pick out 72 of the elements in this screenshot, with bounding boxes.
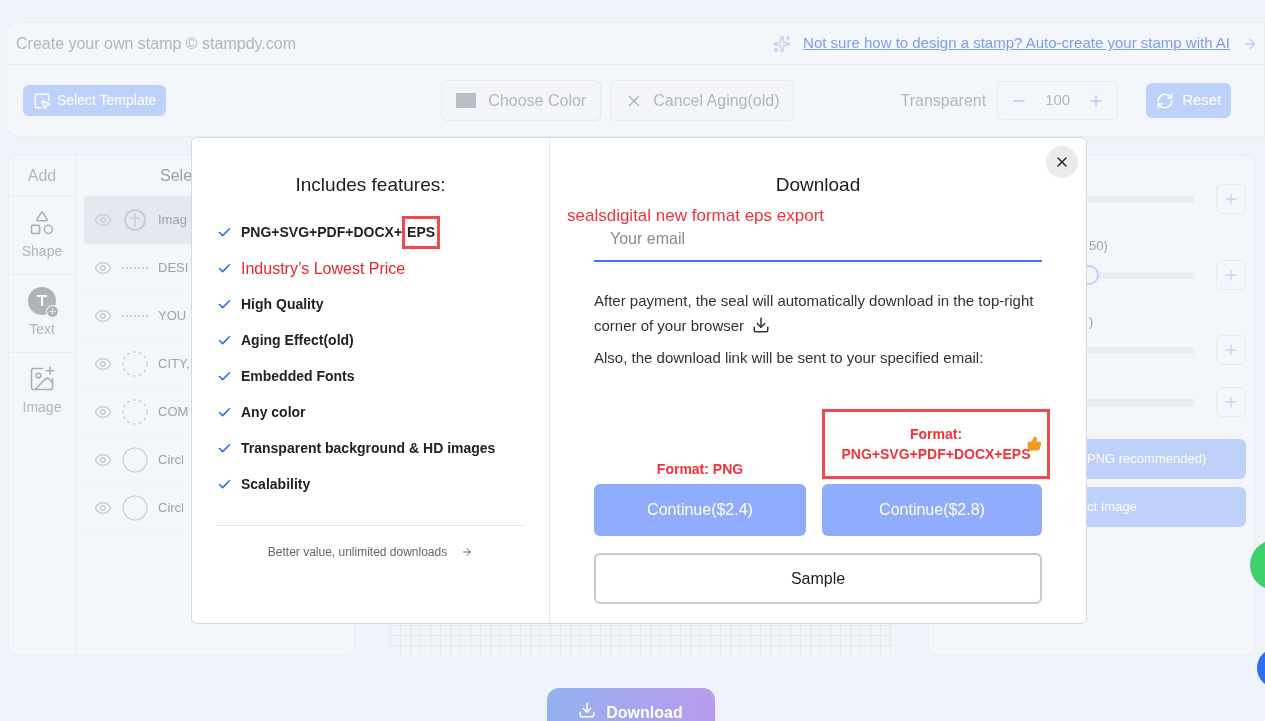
cursor-square-icon	[33, 91, 51, 110]
feature-label: Industry’s Lowest Price	[241, 258, 406, 279]
features-title: Includes features:	[295, 173, 446, 197]
select-template-button[interactable]: Select Template	[23, 85, 167, 116]
close-button[interactable]	[1046, 146, 1078, 178]
format-label: Format: PNG+SVG+PDF+DOCX+EPS	[822, 409, 1050, 479]
shapes-icon	[28, 209, 56, 237]
eye-icon[interactable]	[94, 211, 112, 229]
thumbs-up-icon	[1027, 436, 1042, 451]
continue-button[interactable]: Continue($2.8)	[822, 484, 1042, 536]
image-add-icon	[28, 365, 56, 393]
sample-button[interactable]: Sample	[594, 553, 1042, 604]
reset-button[interactable]: Reset	[1146, 83, 1232, 118]
plus-icon	[1223, 342, 1239, 358]
circle-icon	[122, 494, 148, 521]
plus-icon	[1223, 191, 1239, 207]
transparent-label: Transparent	[900, 90, 987, 111]
plus-button[interactable]	[1216, 335, 1246, 365]
setting-label: 50)	[1088, 237, 1109, 255]
add-heading: Add	[26, 166, 58, 186]
dotted-line-icon	[122, 313, 148, 318]
format-label: Format: PNG	[656, 460, 744, 479]
better-value-link[interactable]: Better value, unlimited downloads	[267, 543, 448, 561]
transparency-stepper[interactable]: 100	[997, 81, 1119, 120]
layer-label: Imag	[158, 211, 187, 230]
dashed-circle-icon	[122, 350, 148, 377]
download-icon	[578, 701, 597, 719]
layers-heading: Sele	[160, 166, 193, 186]
refresh-icon	[1156, 91, 1175, 110]
continue-button[interactable]: Continue($2.4)	[594, 484, 806, 536]
choose-color-button[interactable]: Choose Color	[441, 80, 602, 121]
annotation-text: sealsdigital new format eps export	[566, 205, 825, 226]
download-icon	[752, 315, 771, 334]
cancel-aging-button[interactable]: Cancel Aging(old)	[610, 80, 795, 121]
color-swatch	[456, 93, 477, 108]
plus-button[interactable]	[1216, 387, 1246, 417]
plus-button[interactable]	[1216, 184, 1246, 214]
plus-button[interactable]	[1216, 259, 1246, 290]
dialog-title: Download	[775, 173, 861, 197]
feature-label: PNG+SVG+PDF+DOCX+	[241, 223, 403, 242]
add-tool-button[interactable]: Text	[9, 274, 75, 352]
layer-label: YOU	[158, 306, 187, 325]
highlighted-format: EPS	[402, 216, 441, 249]
circle-icon	[122, 446, 148, 473]
feature-label: Transparent background & HD images	[241, 439, 496, 458]
feature-label: High Quality	[241, 295, 324, 314]
layer-label: COM	[158, 402, 189, 421]
dashed-circle-icon	[122, 398, 148, 425]
emblem-icon	[123, 208, 147, 232]
page-title: Create your own stamp © stampdy.com	[16, 33, 297, 54]
dotted-line-icon	[122, 265, 148, 270]
layer-label: CITY,	[158, 354, 190, 373]
add-tool-button[interactable]: Image	[9, 352, 75, 430]
layer-label: Circl	[158, 498, 184, 517]
sparkle-icon	[773, 34, 792, 53]
email-note: Also, the download link will be sent to your specified email:	[594, 347, 985, 368]
arrow-right-icon	[461, 546, 474, 558]
email-field[interactable]: Your email	[594, 225, 1042, 262]
layer-label: DESI	[158, 258, 189, 277]
download-button[interactable]: Download	[546, 688, 715, 721]
text-add-icon	[28, 287, 56, 315]
feature-label: Scalability	[241, 475, 311, 494]
add-tool-button[interactable]: Shape	[9, 196, 75, 274]
layer-label: Circl	[158, 450, 184, 469]
feature-label: Embedded Fonts	[241, 367, 355, 386]
feature-label: Any color	[241, 403, 306, 422]
plus-icon	[1223, 394, 1239, 410]
ai-create-link[interactable]: Not sure how to design a stamp? Auto-create your stamp with AI	[803, 32, 1230, 55]
setting-label: )	[1088, 312, 1095, 331]
transparency-value: 100	[1045, 90, 1071, 111]
payment-note: After payment, the seal will automatically download in the top-right corner of your browser	[594, 290, 1035, 336]
feature-label: Aging Effect(old)	[241, 331, 354, 350]
